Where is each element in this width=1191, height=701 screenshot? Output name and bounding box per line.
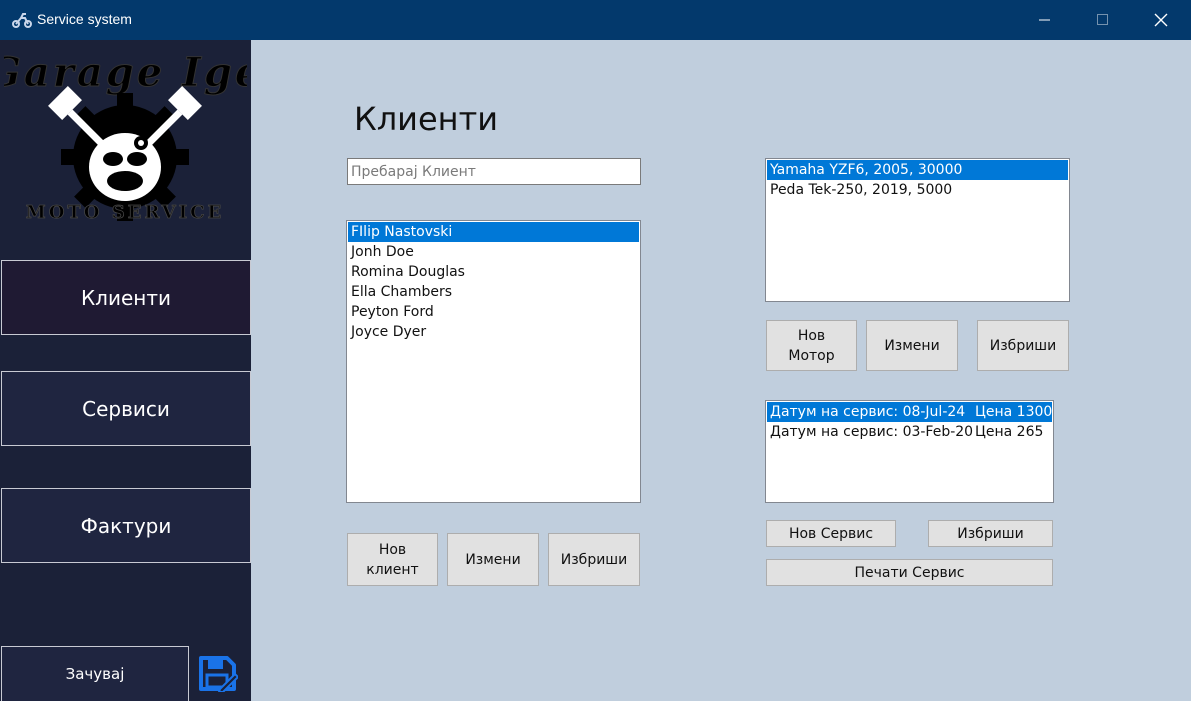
delete-motorcycle-label: Избриши	[989, 337, 1057, 354]
client-search-input[interactable]	[347, 158, 641, 185]
page-title: Клиенти	[354, 100, 499, 138]
print-service-label: Печати Сервис	[854, 564, 965, 581]
new-service-button[interactable]: Нов Сервис	[766, 520, 896, 547]
nav-services-button[interactable]: Сервиси	[1, 371, 251, 446]
list-item[interactable]: Peyton Ford	[348, 302, 639, 322]
new-client-label-line2: клиент	[366, 561, 419, 578]
edit-client-label: Измени	[465, 551, 521, 568]
list-item[interactable]: Romina Douglas	[348, 262, 639, 282]
new-motorcycle-label-line2: Мотор	[788, 347, 835, 364]
list-item[interactable]: Jonh Doe	[348, 242, 639, 262]
new-client-button[interactable]: Нов клиент	[347, 533, 438, 586]
svg-text:Garage Ige: Garage Ige	[4, 49, 247, 96]
minimize-icon	[1039, 19, 1050, 21]
maximize-icon	[1097, 14, 1108, 25]
svg-text:MOTO SERVICE: MOTO SERVICE	[26, 202, 224, 222]
new-client-label: Нов клиент	[366, 540, 418, 580]
window-title: Service system	[37, 11, 132, 27]
nav-invoices-button[interactable]: Фактури	[1, 488, 251, 563]
service-price: Цена 1300	[975, 404, 1053, 420]
save-button[interactable]: Зачувај	[1, 646, 189, 701]
edit-client-button[interactable]: Измени	[447, 533, 539, 586]
close-icon	[1154, 13, 1168, 27]
maximize-button[interactable]	[1074, 0, 1132, 40]
new-motorcycle-label-line1: Нов	[797, 327, 826, 344]
new-service-label: Нов Сервис	[788, 525, 874, 542]
list-item[interactable]: Ella Chambers	[348, 282, 639, 302]
edit-motorcycle-label: Измени	[884, 337, 940, 354]
nav-clients-button[interactable]: Клиенти	[1, 260, 251, 335]
nav-services-label: Сервиси	[82, 396, 170, 421]
title-bar: Service system	[0, 0, 1191, 40]
new-motorcycle-label: Нов Мотор	[788, 326, 834, 366]
nav-invoices-label: Фактури	[80, 513, 172, 538]
list-item[interactable]: Датум на сервис: 08-Jul-24 Цена 1300	[767, 402, 1052, 422]
delete-service-label: Избриши	[957, 525, 1024, 542]
delete-service-button[interactable]: Избриши	[928, 520, 1053, 547]
edit-motorcycle-button[interactable]: Измени	[866, 320, 958, 371]
new-motorcycle-button[interactable]: Нов Мотор	[766, 320, 857, 371]
motorcycles-list[interactable]: Yamaha YZF6, 2005, 30000 Peda Tek-250, 2…	[765, 158, 1070, 302]
list-item[interactable]: Joyce Dyer	[348, 322, 639, 342]
list-item[interactable]: Yamaha YZF6, 2005, 30000	[767, 160, 1068, 180]
list-item[interactable]: Датум на сервис: 03-Feb-20 Цена 265	[767, 422, 1052, 442]
delete-motorcycle-button[interactable]: Избриши	[977, 320, 1069, 371]
new-client-label-line1: Нов	[378, 541, 407, 558]
garage-logo: Garage Ige MOTO SERVIC	[4, 49, 247, 223]
clients-list[interactable]: FIlip Nastovski Jonh Doe Romina Douglas …	[346, 220, 641, 503]
delete-client-button[interactable]: Избриши	[548, 533, 640, 586]
delete-client-label: Избриши	[560, 551, 628, 568]
list-item[interactable]: Peda Tek-250, 2019, 5000	[767, 180, 1068, 200]
service-date: Датум на сервис: 03-Feb-20	[770, 424, 974, 440]
nav-clients-label: Клиенти	[80, 285, 171, 310]
sidebar: Garage Ige MOTO SERVIC	[0, 40, 251, 701]
motorcycle-icon	[12, 13, 32, 28]
service-price: Цена 265	[975, 424, 1044, 440]
save-icon[interactable]	[198, 656, 238, 692]
save-label: Зачувај	[65, 665, 125, 683]
minimize-button[interactable]	[1016, 0, 1074, 40]
list-item[interactable]: FIlip Nastovski	[348, 222, 639, 242]
services-list[interactable]: Датум на сервис: 08-Jul-24 Цена 1300 Дат…	[765, 400, 1054, 503]
print-service-button[interactable]: Печати Сервис	[766, 559, 1053, 586]
service-date: Датум на сервис: 08-Jul-24	[770, 404, 966, 420]
close-button[interactable]	[1132, 0, 1190, 40]
